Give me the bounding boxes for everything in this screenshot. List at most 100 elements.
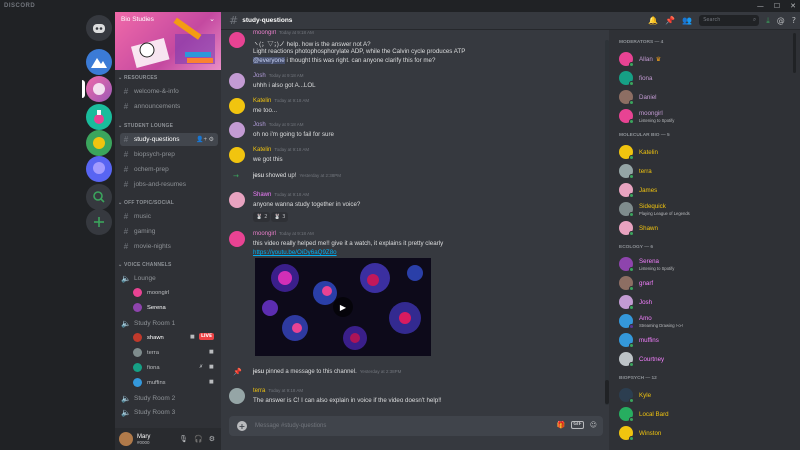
add-attachment-icon[interactable]: + [237,421,247,431]
server-character-icon[interactable] [86,130,112,156]
avatar[interactable] [229,32,245,48]
pin-icon[interactable]: 📌 [665,16,675,25]
server-anime-icon[interactable] [86,156,112,182]
avatar[interactable] [229,231,245,247]
avatar[interactable] [229,122,245,138]
voice-user-terra[interactable]: terra [133,346,159,359]
channel-music[interactable]: # music [120,210,218,223]
channel-gaming[interactable]: # gaming [120,225,218,238]
channel-study-questions[interactable]: # study-questions 👤+ ⚙ [120,133,218,146]
voice-channel-room2[interactable]: 🔈 Study Room 2 [120,392,218,405]
video-embed[interactable]: ▶ [255,258,431,356]
microphone-icon[interactable]: 🎙 [179,435,188,443]
gif-button[interactable]: GIF [571,421,584,429]
server-potion-icon[interactable] [86,104,112,130]
channel-ochem[interactable]: # ochem-prep [120,163,218,176]
channel-announcements[interactable]: # announcements [120,100,218,113]
close-icon[interactable]: ✕ [790,2,796,10]
member-sidequick[interactable]: Sidequick Playing League of Legends [619,202,690,217]
members-icon[interactable]: 👥 [682,16,692,25]
member-moongirl[interactable]: moongirl Listening to Spotify [619,109,674,124]
voice-channel-lounge[interactable]: 🔈 Lounge [120,272,218,285]
download-icon[interactable]: ⤓ [766,16,770,26]
emoji-icon[interactable]: ☺ [590,421,597,429]
category-off-topic[interactable]: ⌄ OFF TOPIC/SOCIAL [118,200,174,206]
voice-user-serena[interactable]: Serena [133,301,166,314]
message-author[interactable]: Shawn [253,192,271,198]
member-allan[interactable]: Allan ♛ [619,52,661,67]
member-terra[interactable]: terra [619,164,652,179]
headphones-icon[interactable]: 🎧 [194,435,203,443]
member-serena[interactable]: Serena Listening to Spotify [619,257,674,272]
message-author[interactable]: Katelin [253,147,271,153]
system-user[interactable]: jesu [253,173,264,179]
category-resources[interactable]: ⌄ RESOURCES [118,75,157,81]
message-author[interactable]: moongirl [253,231,276,237]
bell-icon[interactable]: 🔔 [648,16,658,25]
server-banner[interactable]: Bio Studies ⌄ [115,12,221,70]
voice-channel-room3[interactable]: 🔈 Study Room 3 [120,406,218,419]
mention-icon[interactable]: @ [777,16,785,25]
invite-and-settings-icon[interactable]: 👤+ ⚙ [196,136,214,143]
member-katelin[interactable]: Katelin [619,145,658,160]
gift-icon[interactable]: 🎁 [557,421,566,429]
maximize-icon[interactable]: ☐ [774,2,780,10]
channel-biopsych[interactable]: # biopsych-prep [120,148,218,161]
voice-user-fiona[interactable]: fiona [133,361,160,374]
search-input[interactable]: Search ⌕ [699,15,760,26]
member-josh[interactable]: Josh [619,295,652,310]
avatar[interactable] [229,147,245,163]
member-kyle[interactable]: Kyle [619,388,651,403]
member-muffins[interactable]: muffins [619,333,659,348]
system-user[interactable]: jesu [253,369,264,375]
message-author[interactable]: Josh [253,122,266,128]
member-scrollbar[interactable] [793,33,796,73]
channel-welcome[interactable]: # welcome-&-info [120,85,218,98]
member-courtney[interactable]: Courtney [619,352,664,367]
home-discord-icon[interactable] [86,15,112,41]
chevron-down-icon[interactable]: ⌄ [209,15,215,23]
member-amo[interactable]: Amo Streaming Drawing !-o-! [619,314,683,329]
avatar[interactable] [229,98,245,114]
message-composer[interactable]: + Message #study-questions 🎁 GIF ☺ [229,416,603,436]
category-student-lounge[interactable]: ⌄ STUDENT LOUNGE [118,123,173,129]
voice-user-moongirl[interactable]: moongirl [133,286,169,299]
member-name: Sidequick [639,202,666,210]
member-james[interactable]: James [619,183,657,198]
message-author[interactable]: terra [253,388,265,394]
message-author[interactable]: moongirl [253,30,276,36]
avatar[interactable] [229,192,245,208]
minimize-icon[interactable]: — [757,2,764,10]
voice-user-muffins[interactable]: muffins [133,376,166,389]
message-author[interactable]: Josh [253,73,266,79]
voice-channel-room1[interactable]: 🔈 Study Room 1 [120,317,218,330]
server-mountain-icon[interactable] [86,49,112,75]
channel-movie-nights[interactable]: # movie-nights [120,240,218,253]
member-local-bard[interactable]: Local Bard [619,407,669,422]
reaction-button[interactable]: 🐰 3 [271,212,289,222]
voice-user-shawn[interactable]: shawn [133,331,164,344]
title-bar: DISCORD — ☐ ✕ [0,0,800,12]
member-winston[interactable]: Winston [619,426,661,441]
explore-servers-icon[interactable] [86,184,112,210]
category-voice[interactable]: ⌄ VOICE CHANNELS [118,262,172,268]
message-input[interactable]: Message #study-questions [255,423,326,429]
member-fiona[interactable]: fiona [619,71,652,86]
channel-jobs[interactable]: # jobs-and-resumes [120,178,218,191]
add-server-icon[interactable] [86,209,112,235]
help-icon[interactable]: ? [792,16,796,25]
server-bio-studies-icon[interactable] [86,76,112,102]
avatar[interactable] [229,73,245,89]
gear-icon[interactable]: ⚙ [209,435,215,443]
bunny-emoji-icon: 🐰 [274,214,281,220]
message-author[interactable]: Katelin [253,98,271,104]
member-shawn[interactable]: Shawn [619,221,658,236]
message-link[interactable]: https://youtu.be/OiDy6aQ9Z8o [253,249,337,256]
reaction-button[interactable]: 🐰 2 [253,212,271,222]
avatar[interactable] [119,432,133,446]
avatar[interactable] [229,388,245,404]
mention-everyone[interactable]: @everyone [253,57,285,64]
member-daniel[interactable]: Daniel [619,90,657,105]
play-icon[interactable]: ▶ [333,297,353,317]
member-gnarf[interactable]: gnarf [619,276,653,291]
